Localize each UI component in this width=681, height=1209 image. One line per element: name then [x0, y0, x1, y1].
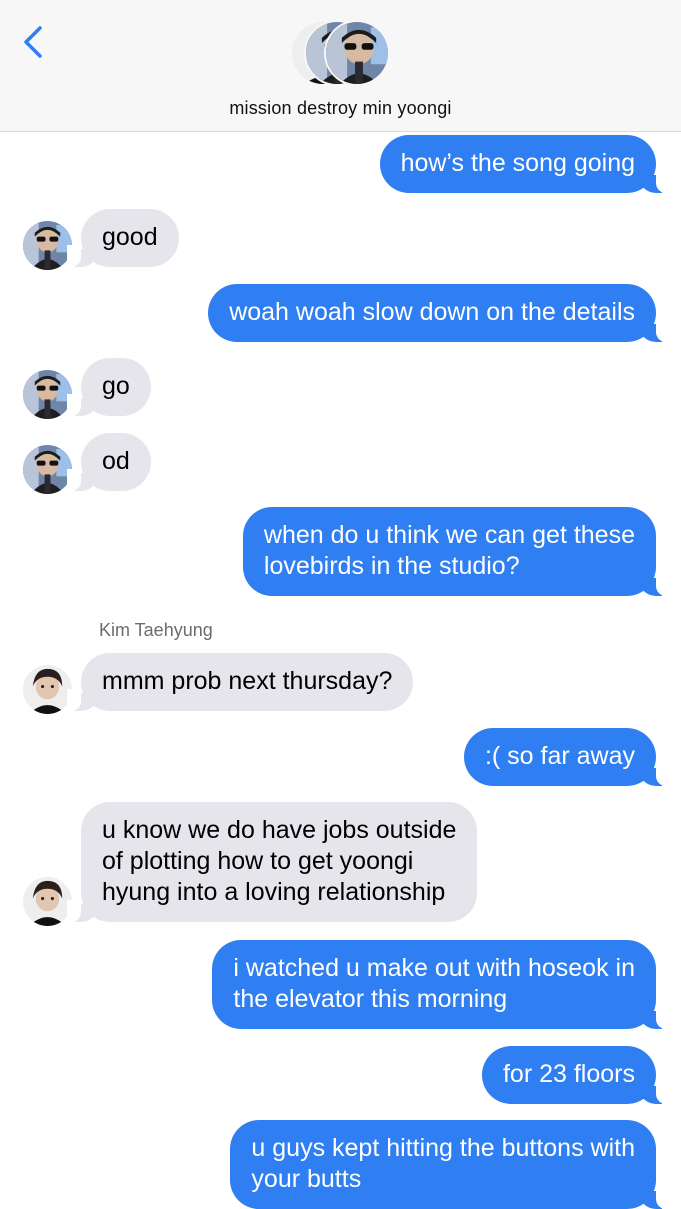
avatar[interactable] [23, 665, 72, 714]
chevron-left-icon [24, 26, 42, 58]
message-bubble[interactable]: u know we do have jobs outside of plotti… [66, 802, 478, 922]
message-bubble[interactable]: :( so far away [463, 728, 671, 786]
message-bubble[interactable]: od [67, 433, 151, 491]
message-bubble[interactable]: u guys kept hitting the buttons with you… [230, 1120, 670, 1209]
message-bubble[interactable]: woah woah slow down on the details [208, 284, 670, 342]
avatar [324, 20, 390, 86]
message-bubble[interactable]: i watched u make out with hoseok in the … [212, 940, 670, 1029]
message-bubble[interactable]: good [67, 209, 179, 267]
message-bubble[interactable]: for 23 floors [481, 1046, 671, 1104]
message-bubble[interactable]: go [67, 358, 151, 416]
back-button[interactable] [16, 22, 52, 62]
message-bubble[interactable]: mmm prob next thursday? [66, 653, 414, 711]
message-bubble[interactable]: how’s the song going [379, 135, 671, 193]
avatar[interactable] [23, 877, 72, 926]
message-bubble[interactable]: when do u think we can get these lovebir… [242, 507, 671, 596]
sender-name: Kim Taehyung [99, 620, 213, 640]
avatar[interactable] [23, 445, 72, 494]
group-avatar[interactable] [290, 20, 394, 90]
avatar[interactable] [23, 370, 72, 419]
conversation-title[interactable]: mission destroy min yoongi [0, 98, 681, 119]
conversation-header: mission destroy min yoongi [0, 0, 681, 132]
avatar[interactable] [23, 221, 72, 270]
